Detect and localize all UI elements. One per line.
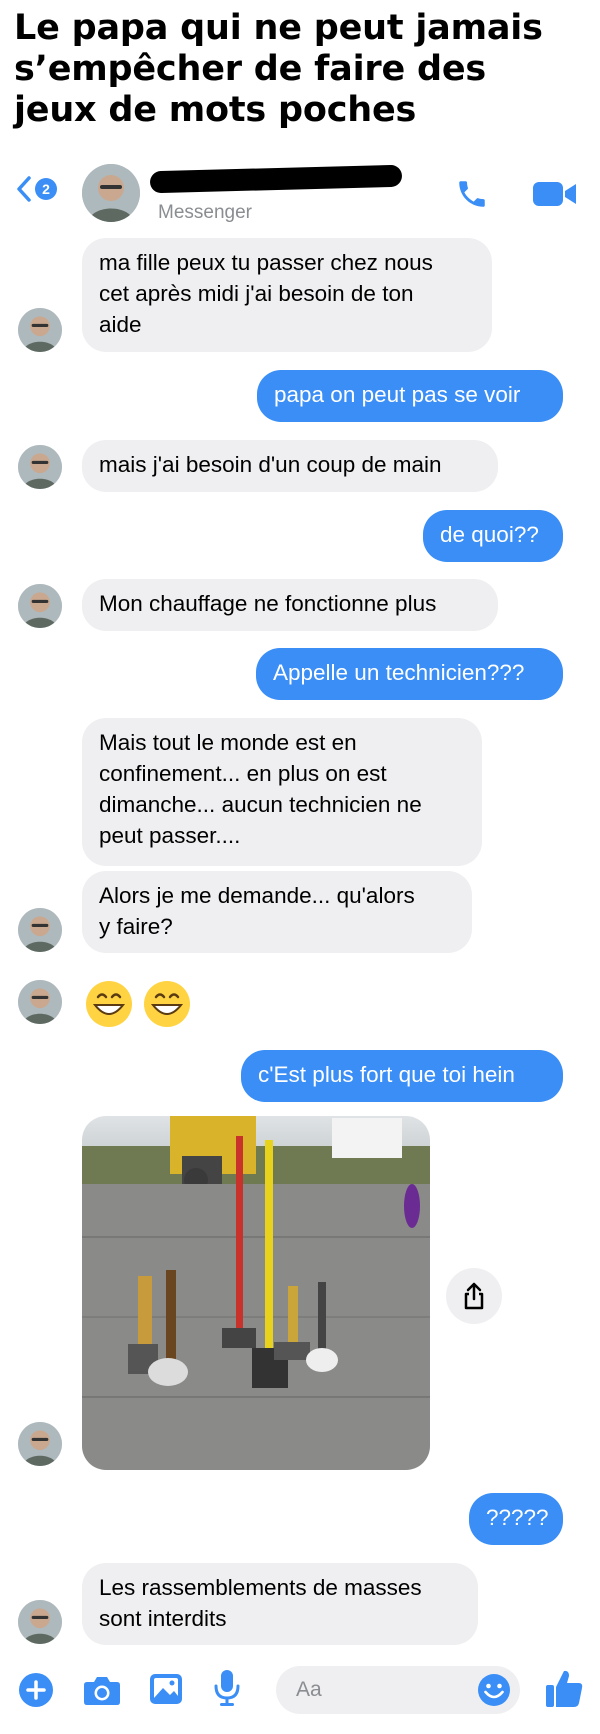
sender-avatar bbox=[18, 1600, 62, 1644]
video-camera-icon bbox=[533, 182, 576, 206]
message-input[interactable]: Aa bbox=[276, 1666, 520, 1714]
microphone-icon bbox=[214, 1670, 240, 1706]
grinning-emoji-icon bbox=[86, 981, 132, 1027]
phone-icon bbox=[459, 181, 485, 207]
redacted-contact-name bbox=[149, 164, 403, 194]
message-outgoing[interactable]: ????? bbox=[469, 1493, 563, 1545]
sender-avatar bbox=[18, 908, 62, 952]
message-incoming[interactable]: ma fille peux tu passer chez nous cet ap… bbox=[82, 238, 492, 352]
back-button[interactable]: 2 bbox=[16, 174, 66, 204]
message-outgoing[interactable]: c'Est plus fort que toi hein bbox=[241, 1050, 563, 1102]
conversation-header: 2 Messenger bbox=[0, 150, 600, 234]
message-incoming[interactable]: mais j'ai besoin d'un coup de main bbox=[82, 440, 498, 492]
message-photo[interactable] bbox=[82, 1116, 430, 1470]
emoji-icon bbox=[478, 1674, 510, 1706]
back-chevron-icon bbox=[17, 176, 31, 202]
grinning-emoji-icon bbox=[144, 981, 190, 1027]
share-button[interactable] bbox=[446, 1268, 502, 1324]
sender-avatar bbox=[18, 980, 62, 1024]
video-call-button[interactable] bbox=[532, 176, 578, 212]
message-outgoing[interactable]: papa on peut pas se voir bbox=[257, 370, 563, 422]
camera-button[interactable] bbox=[82, 1672, 122, 1708]
unread-badge: 2 bbox=[35, 178, 57, 200]
contact-avatar[interactable] bbox=[82, 164, 140, 222]
more-actions-button[interactable] bbox=[18, 1672, 54, 1708]
message-incoming[interactable]: Alors je me demande... qu'alors y faire? bbox=[82, 871, 472, 953]
sender-avatar bbox=[18, 445, 62, 489]
voice-message-button[interactable] bbox=[212, 1668, 242, 1708]
message-incoming[interactable]: Mais tout le monde est en confinement...… bbox=[82, 718, 482, 866]
message-emoji[interactable] bbox=[82, 978, 202, 1030]
gallery-icon bbox=[150, 1674, 182, 1704]
camera-icon bbox=[84, 1677, 120, 1705]
composer-bar: Aa bbox=[0, 1660, 600, 1734]
plus-icon bbox=[19, 1673, 53, 1707]
sender-avatar bbox=[18, 1422, 62, 1466]
message-incoming[interactable]: Les rassemblements de masses sont interd… bbox=[82, 1563, 478, 1645]
header-subtitle: Messenger bbox=[158, 202, 252, 223]
message-outgoing[interactable]: de quoi?? bbox=[423, 510, 563, 562]
emoji-button[interactable] bbox=[476, 1672, 512, 1708]
message-input-placeholder: Aa bbox=[296, 1678, 322, 1701]
sender-avatar bbox=[18, 584, 62, 628]
call-button[interactable] bbox=[454, 176, 490, 212]
like-button[interactable] bbox=[544, 1666, 584, 1710]
share-icon bbox=[464, 1282, 484, 1310]
meme-caption: Le papa qui ne peut jamais s’empêcher de… bbox=[14, 8, 543, 130]
message-outgoing[interactable]: Appelle un technicien??? bbox=[256, 648, 563, 700]
message-incoming[interactable]: Mon chauffage ne fonctionne plus bbox=[82, 579, 498, 631]
gallery-button[interactable] bbox=[146, 1670, 186, 1708]
thumbs-up-icon bbox=[546, 1670, 583, 1707]
sender-avatar bbox=[18, 308, 62, 352]
